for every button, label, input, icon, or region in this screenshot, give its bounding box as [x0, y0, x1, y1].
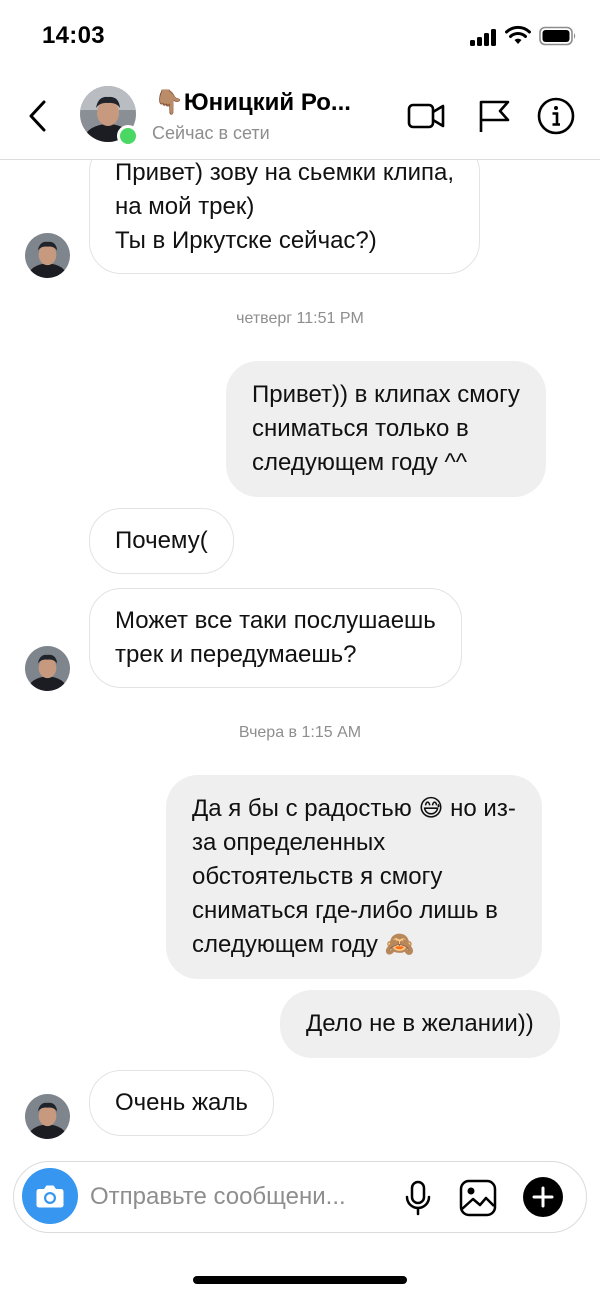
- status-bar: 14:03: [0, 0, 600, 72]
- message-text: следующем году ^^: [252, 449, 468, 476]
- message-text: Почему(: [115, 527, 208, 554]
- message-text: на мой трек): [115, 193, 255, 220]
- message-timestamp: четверг 11:51 PM: [236, 310, 364, 327]
- message-text: Привет) зову на сьемки клипа,: [115, 159, 455, 186]
- back-icon[interactable]: [22, 96, 54, 136]
- microphone-icon[interactable]: [398, 1178, 438, 1218]
- online-status-dot: [117, 125, 139, 147]
- incoming-message-bubble[interactable]: Очень жаль: [89, 1070, 274, 1136]
- battery-icon: [539, 26, 576, 46]
- message-text: Очень жаль: [115, 1089, 248, 1116]
- outgoing-message-bubble[interactable]: Привет)) в клипах смогу сниматься только…: [226, 361, 546, 497]
- status-time: 14:03: [42, 22, 105, 49]
- gallery-icon[interactable]: [458, 1178, 498, 1218]
- chat-header: 👇🏽Юницкий Ро... Сейчас в сети: [0, 72, 600, 160]
- message-composer: Отправьте сообщени...: [13, 1161, 587, 1233]
- message-text: следующем году 🙈: [192, 931, 415, 958]
- message-text: Привет)) в клипах смогу: [252, 381, 520, 408]
- info-icon[interactable]: [536, 96, 576, 136]
- message-text: за определенных: [192, 829, 386, 856]
- sender-avatar[interactable]: [25, 233, 70, 278]
- sender-avatar[interactable]: [25, 646, 70, 691]
- message-text: Может все таки послушаешь: [115, 607, 436, 634]
- incoming-message-bubble[interactable]: Привет) зову на сьемки клипа, на мой тре…: [89, 140, 481, 274]
- outgoing-message-bubble[interactable]: Да я бы с радостью 😅 но из- за определен…: [166, 775, 542, 979]
- incoming-message-bubble[interactable]: Может все таки послушаешь трек и передум…: [89, 588, 462, 688]
- flag-icon[interactable]: [474, 96, 514, 136]
- message-text: Дело не в желании)): [306, 1010, 534, 1037]
- video-call-icon[interactable]: [406, 96, 446, 136]
- plus-icon[interactable]: [522, 1176, 564, 1218]
- contact-online-status: Сейчас в сети: [152, 123, 270, 143]
- contact-name[interactable]: 👇🏽Юницкий Ро...: [154, 88, 351, 117]
- message-text: Ты в Иркутске сейчас?): [115, 227, 377, 254]
- camera-button[interactable]: [22, 1168, 78, 1224]
- message-text: сниматься только в: [252, 415, 469, 442]
- message-text: трек и передумаешь?: [115, 641, 357, 668]
- message-text: обстоятельств я смогу: [192, 863, 443, 890]
- message-text: Да я бы с радостью 😅 но из-: [192, 795, 516, 822]
- sender-avatar[interactable]: [25, 1094, 70, 1139]
- message-input[interactable]: Отправьте сообщени...: [90, 1183, 346, 1211]
- camera-icon: [36, 1185, 64, 1208]
- wifi-icon: [505, 25, 531, 44]
- incoming-message-bubble[interactable]: Почему(: [89, 508, 234, 574]
- cellular-signal-icon: [470, 28, 498, 46]
- message-timestamp: Вчера в 1:15 AM: [238, 724, 362, 741]
- outgoing-message-bubble[interactable]: Дело не в желании)): [280, 990, 560, 1058]
- message-text: сниматься где-либо лишь в: [192, 897, 498, 924]
- home-indicator[interactable]: [193, 1276, 407, 1284]
